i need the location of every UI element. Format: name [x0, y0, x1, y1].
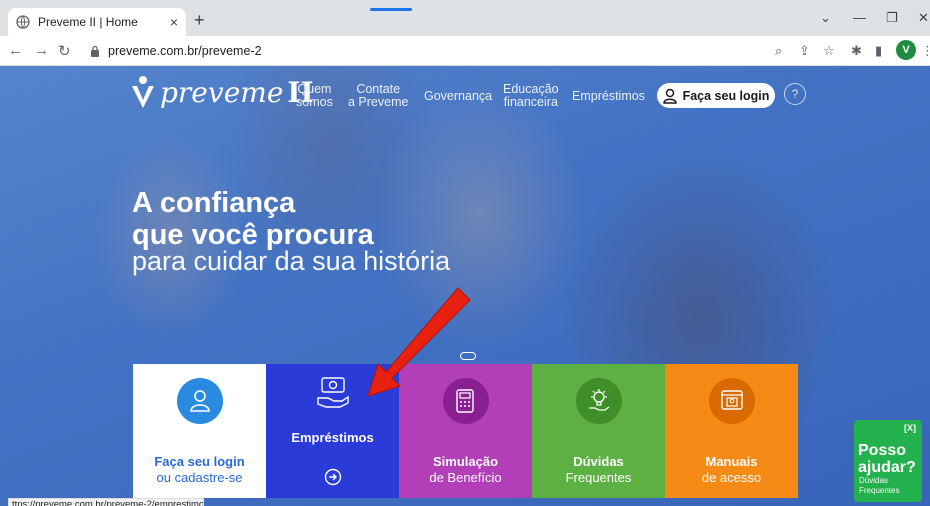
- card-manuais[interactable]: Manuais de acesso: [665, 364, 798, 498]
- chat-subtitle-line: Dúvidas: [859, 476, 888, 485]
- chat-subtitle: Dúvidas Frequentes: [859, 476, 899, 496]
- nav-label: Empréstimos: [572, 89, 645, 103]
- url-input[interactable]: preveme.com.br/preveme-2: [84, 40, 804, 62]
- star-icon[interactable]: ☆: [823, 43, 835, 59]
- chat-subtitle-line: Frequentes: [859, 486, 900, 495]
- card-manuais-sub: de acesso: [701, 470, 762, 485]
- new-tab-icon[interactable]: +: [194, 10, 205, 31]
- user-circle-icon: [176, 378, 223, 424]
- nav-emprestimos[interactable]: Empréstimos: [572, 90, 645, 103]
- nav-label: financeira: [503, 95, 558, 109]
- menu-icon[interactable]: ⋮: [921, 43, 930, 59]
- nav-label: a Preveme: [348, 95, 409, 109]
- minimize-icon[interactable]: —: [853, 10, 866, 25]
- url-text: preveme.com.br/preveme-2: [108, 44, 262, 58]
- login-button[interactable]: Faça seu login: [657, 83, 775, 108]
- card-login[interactable]: Faça seu login ou cadastre-se: [133, 364, 266, 498]
- arrow-right-circle-icon[interactable]: [324, 468, 342, 486]
- chat-title: Posso ajudar?: [858, 442, 916, 476]
- hero-line-1: A confiança: [132, 187, 296, 219]
- card-emprestimos[interactable]: Empréstimos: [266, 364, 399, 498]
- card-simulacao[interactable]: Simulação de Benefício: [399, 364, 532, 498]
- card-duvidas-sub: Frequentes: [565, 470, 632, 485]
- zoom-icon[interactable]: ⌕: [775, 43, 782, 59]
- extensions-icon[interactable]: ✱: [851, 43, 862, 59]
- nav-label: Governança: [424, 89, 493, 103]
- card-login-sub: ou cadastre-se: [156, 470, 243, 485]
- site-logo[interactable]: preveme II: [130, 74, 314, 110]
- tab-close-icon[interactable]: ×: [170, 14, 178, 30]
- profile-avatar[interactable]: V: [896, 40, 916, 60]
- reload-icon[interactable]: ↻: [58, 42, 71, 60]
- chat-close-icon[interactable]: [X]: [904, 423, 916, 433]
- globe-icon: [16, 15, 30, 29]
- chat-widget[interactable]: [X] Posso ajudar? Dúvidas Frequentes: [854, 420, 922, 502]
- lock-icon: [91, 45, 99, 57]
- browser-tab[interactable]: Preveme II | Home ×: [8, 8, 186, 36]
- restore-icon[interactable]: ❐: [886, 10, 898, 26]
- preveme-logo-icon: [132, 76, 154, 108]
- card-emprestimos-title: Empréstimos: [291, 430, 374, 445]
- user-icon: [662, 88, 677, 104]
- loading-indicator: [370, 8, 412, 11]
- accessibility-icon[interactable]: ?: [784, 83, 806, 105]
- card-duvidas-title: Dúvidas: [573, 454, 624, 469]
- status-bar-url: ttps://preveme.com.br/preveme-2/empresti…: [8, 498, 204, 506]
- tab-title: Preveme II | Home: [38, 15, 138, 29]
- calculator-icon: [442, 378, 489, 424]
- tab-search-icon[interactable]: ⌄: [820, 10, 831, 26]
- hero-line-3: para cuidar da sua história: [132, 246, 451, 276]
- nav-quem-somos[interactable]: Quem somos: [296, 83, 333, 109]
- nav-governanca[interactable]: Governança: [424, 90, 492, 103]
- login-button-label: Faça seu login: [682, 88, 770, 103]
- chat-title-line: Posso: [858, 442, 907, 459]
- card-manuais-title: Manuais: [705, 454, 758, 469]
- logo-text: preveme: [160, 75, 284, 109]
- webpage: preveme II Quem somos Contate a Preveme …: [0, 66, 930, 506]
- nav-educacao[interactable]: Educação financeira: [503, 83, 559, 109]
- card-duvidas[interactable]: Dúvidas Frequentes: [532, 364, 665, 498]
- money-hand-icon: [316, 377, 349, 408]
- browser-tab-bar: Preveme II | Home × + ⌄ — ❐ ✕: [0, 0, 930, 36]
- forward-icon[interactable]: →: [34, 42, 49, 59]
- address-bar-row: ← → ↻ preveme.com.br/preveme-2 ⌕ ⇪ ☆ ✱ ▮…: [0, 36, 930, 66]
- card-simulacao-sub: de Benefício: [429, 470, 502, 485]
- carousel-indicator[interactable]: [460, 352, 476, 360]
- card-simulacao-title: Simulação: [432, 454, 499, 469]
- window-close-icon[interactable]: ✕: [918, 10, 929, 26]
- chat-title-line: ajudar?: [858, 459, 916, 476]
- manual-icon: [708, 378, 755, 424]
- nav-label: somos: [296, 95, 333, 109]
- nav-contate[interactable]: Contate a Preveme: [348, 83, 408, 109]
- card-login-title: Faça seu login: [154, 454, 245, 469]
- sidepanel-icon[interactable]: ▮: [875, 43, 882, 59]
- share-icon[interactable]: ⇪: [799, 43, 810, 59]
- back-icon[interactable]: ←: [8, 42, 23, 59]
- lightbulb-hand-icon: [575, 378, 622, 424]
